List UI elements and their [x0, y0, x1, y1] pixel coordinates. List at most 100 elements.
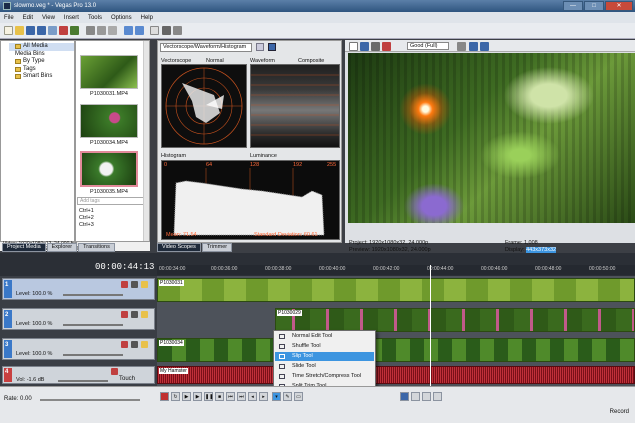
copy-icon[interactable] [97, 26, 106, 35]
menu-item-slip-tool[interactable]: Slip Tool [275, 352, 374, 361]
menu-help[interactable]: Help [141, 15, 153, 21]
tab-trimmer[interactable]: Trimmer [201, 243, 233, 252]
audio-clip[interactable]: My Hamster [157, 366, 635, 384]
undo-icon[interactable] [124, 26, 133, 35]
solo-icon[interactable] [141, 341, 148, 348]
mute-icon[interactable] [131, 281, 138, 288]
overlays-icon[interactable] [457, 42, 466, 51]
solo-icon[interactable] [141, 281, 148, 288]
track-header[interactable]: 2 Level: 100.0 % [2, 308, 155, 330]
render-icon[interactable] [48, 26, 57, 35]
mute-icon[interactable] [131, 311, 138, 318]
fx-icon[interactable] [382, 42, 391, 51]
capture-icon[interactable] [70, 26, 79, 35]
tab-video-scopes[interactable]: Video Scopes [157, 243, 201, 252]
menu-item-shuffle-tool[interactable]: Shuffle Tool [275, 342, 374, 351]
auto-crossfade-icon[interactable] [411, 392, 420, 401]
track-fx-icon[interactable] [121, 281, 128, 288]
loop-button[interactable]: ↻ [171, 392, 180, 401]
menu-insert[interactable]: Insert [64, 15, 79, 21]
mute-icon[interactable] [131, 341, 138, 348]
level-slider[interactable] [63, 294, 123, 296]
track-fx-icon[interactable] [121, 311, 128, 318]
menu-options[interactable]: Options [111, 15, 132, 21]
menu-file[interactable]: File [4, 15, 14, 21]
save-snapshot-icon[interactable] [480, 42, 489, 51]
redo-icon[interactable] [135, 26, 144, 35]
scope-settings-icon[interactable] [256, 43, 264, 51]
automation-mode[interactable]: Touch [119, 376, 135, 382]
selection-tool-icon[interactable] [173, 26, 182, 35]
tree-item-by-type[interactable]: By Type [15, 58, 74, 66]
play-from-start-button[interactable]: ▶ [182, 392, 191, 401]
menu-item-time-stretch-tool[interactable]: Time Stretch/Compress Tool [275, 372, 374, 381]
lock-envelopes-icon[interactable] [433, 392, 442, 401]
go-to-end-button[interactable]: ⏭ [237, 392, 246, 401]
tree-item-all-media[interactable]: All Media [9, 43, 74, 51]
menu-tools[interactable]: Tools [88, 15, 102, 21]
menu-item-normal-edit-tool[interactable]: Normal Edit Tool [275, 332, 374, 341]
prev-frame-button[interactable]: ◂ [248, 392, 257, 401]
media-thumbnail[interactable] [80, 151, 138, 187]
minimize-button[interactable]: — [563, 1, 583, 11]
track-header[interactable]: 1 Level: 100.0 % [2, 278, 155, 300]
preview-quality-dropdown[interactable]: Good (Full) [407, 42, 449, 50]
external-monitor-icon[interactable] [360, 42, 369, 51]
save-as-icon[interactable] [37, 26, 46, 35]
paste-icon[interactable] [108, 26, 117, 35]
properties-icon[interactable] [59, 26, 68, 35]
auto-ripple-icon[interactable] [422, 392, 431, 401]
copy-snapshot-icon[interactable] [469, 42, 478, 51]
envelope-tool-icon[interactable]: ✎ [283, 392, 292, 401]
edit-tool-dropdown[interactable]: ▾ [272, 392, 281, 401]
stop-button[interactable]: ■ [215, 392, 224, 401]
edit-tool-icon[interactable] [150, 26, 159, 35]
track-header[interactable]: 4 Vol: -1.6 dB Touch [2, 366, 155, 384]
maximize-button[interactable]: □ [584, 1, 604, 11]
new-project-icon[interactable] [4, 26, 13, 35]
arm-record-icon[interactable] [111, 368, 118, 375]
menu-item-slide-tool[interactable]: Slide Tool [275, 362, 374, 371]
snapping-icon[interactable] [400, 392, 409, 401]
tree-item-tags[interactable]: Tags [15, 66, 74, 74]
level-slider[interactable] [63, 324, 123, 326]
timeline-ruler[interactable]: 00:00:34:00 00:00:36:00 00:00:38:00 00:0… [157, 265, 635, 275]
scope-selector-dropdown[interactable]: Vectorscope/Waveform/Histogram [160, 43, 252, 52]
video-clip[interactable]: P1030031 [157, 278, 635, 302]
record-button[interactable] [160, 392, 169, 401]
level-slider[interactable] [63, 354, 123, 356]
tab-transitions[interactable]: Transitions [78, 243, 115, 252]
track-header[interactable]: 3 Level: 100.0 % [2, 338, 155, 360]
volume-slider[interactable] [58, 380, 108, 382]
go-to-start-button[interactable]: ⏮ [226, 392, 235, 401]
rate-slider[interactable] [40, 399, 140, 401]
update-scopes-icon[interactable] [268, 43, 276, 51]
playhead-cursor[interactable] [430, 265, 431, 391]
pause-button[interactable]: ❚❚ [204, 392, 213, 401]
next-frame-button[interactable]: ▸ [259, 392, 268, 401]
save-icon[interactable] [26, 26, 35, 35]
play-button[interactable]: ▶ [193, 392, 202, 401]
envelope-tool-icon[interactable] [162, 26, 171, 35]
open-icon[interactable] [15, 26, 24, 35]
tree-item-smart-bins[interactable]: Smart Bins [15, 73, 74, 81]
video-clip[interactable]: P1030029 [275, 308, 635, 332]
menu-view[interactable]: View [42, 15, 55, 21]
media-thumbnail[interactable] [80, 104, 138, 138]
tab-explorer[interactable]: Explorer [46, 243, 78, 252]
histogram-mode[interactable]: Luminance [250, 153, 277, 159]
track-fx-icon[interactable] [121, 341, 128, 348]
tab-project-media[interactable]: Project Media [2, 243, 46, 252]
add-tags-field[interactable]: Add tags [77, 197, 144, 205]
media-thumbnail[interactable] [80, 55, 138, 89]
video-clip[interactable]: P1030034 [157, 338, 635, 362]
cut-icon[interactable] [86, 26, 95, 35]
solo-icon[interactable] [141, 311, 148, 318]
vertical-scrollbar[interactable] [143, 41, 149, 241]
tree-item-media-bins[interactable]: Media Bins [15, 51, 74, 59]
split-screen-icon[interactable] [371, 42, 380, 51]
menu-edit[interactable]: Edit [23, 15, 33, 21]
preview-properties-icon[interactable] [349, 42, 358, 51]
selection-tool-icon[interactable]: ▭ [294, 392, 303, 401]
close-button[interactable]: ✕ [605, 1, 633, 11]
